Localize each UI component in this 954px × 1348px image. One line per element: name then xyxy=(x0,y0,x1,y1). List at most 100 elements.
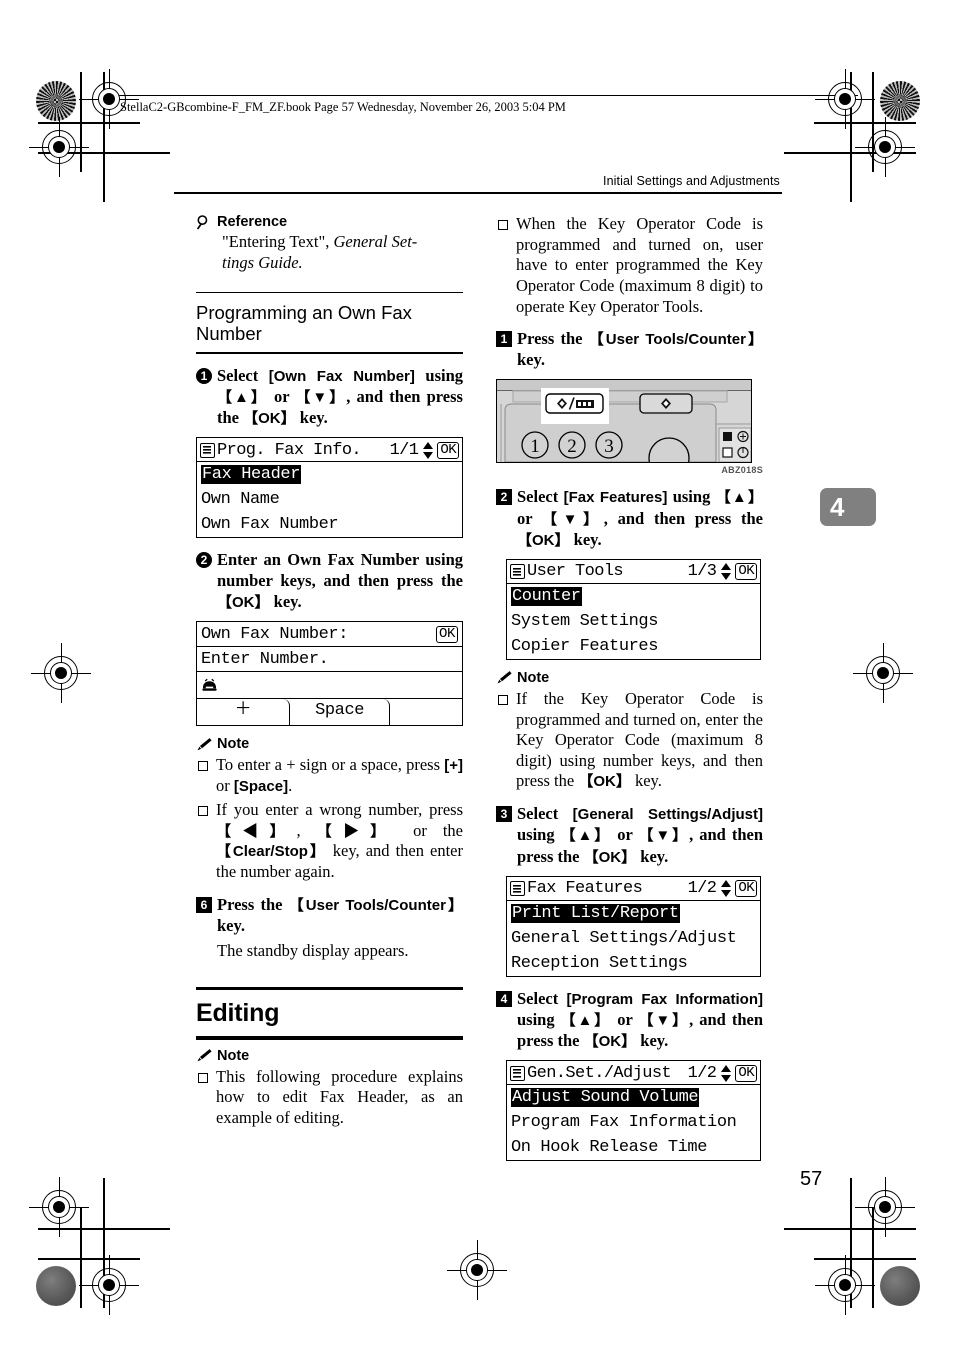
r2c: or xyxy=(517,508,543,528)
menu-icon xyxy=(510,1065,525,1081)
r2e: key. xyxy=(569,529,602,549)
lcd-row[interactable]: Reception Settings xyxy=(507,951,760,976)
n2p0: If you enter a wrong number, press xyxy=(216,799,463,819)
lcd-row[interactable]: Copier Features xyxy=(507,634,760,659)
step-number-2: 2 xyxy=(496,489,512,506)
lcd-ok-badge[interactable]: OK xyxy=(435,625,458,643)
lcd-title-text: Own Fax Number: xyxy=(201,624,349,644)
n2p5: 【Clear/Stop】 xyxy=(216,843,327,861)
step-number-1: 1 xyxy=(496,331,512,348)
crop-line xyxy=(80,72,82,172)
reference-italic-1: General Set- xyxy=(333,232,418,251)
lcd-ok-badge[interactable]: OK xyxy=(437,441,459,459)
lcd-row-label: Program Fax Information xyxy=(511,1113,737,1133)
r2-key-up: 【▲】 xyxy=(715,489,763,507)
registration-mark xyxy=(29,1177,89,1237)
n1p1: [+] xyxy=(444,757,463,775)
lcd-ok-badge[interactable]: OK xyxy=(735,1064,757,1082)
lcd-row-label-selected: Counter xyxy=(511,586,582,606)
lcd-row-label-selected: Print List/Report xyxy=(511,903,680,923)
lcd-title-bar: Gen.Set./Adjust 1/2 OK xyxy=(507,1061,760,1086)
registration-mark xyxy=(29,117,89,177)
banner-rule xyxy=(118,95,858,97)
r4b: using xyxy=(517,1009,561,1029)
up-down-arrows-icon xyxy=(721,1064,732,1082)
lcd-title-bar: Own Fax Number: OK xyxy=(197,622,462,648)
step-2-text: Select [Fax Features] using 【▲】 or 【▼】, … xyxy=(517,486,763,550)
chapter-tab: 4 xyxy=(820,488,876,526)
note-heading-row: Note xyxy=(496,670,763,686)
s1b: using xyxy=(414,365,463,385)
rn1: 【OK】 xyxy=(578,773,631,791)
registration-mark xyxy=(853,643,913,703)
step-2-text: Enter an Own Fax Number using number key… xyxy=(217,549,463,612)
crop-line xyxy=(38,1258,140,1260)
registration-mark xyxy=(447,1240,507,1300)
lcd-softkey-empty[interactable] xyxy=(390,699,462,725)
note-heading-row: Note xyxy=(196,1048,463,1064)
lcd-row[interactable]: Adjust Sound Volume xyxy=(507,1085,760,1110)
crop-line xyxy=(38,122,140,124)
lcd-prompt-line: Enter Number. xyxy=(197,647,462,673)
up-down-arrows-icon xyxy=(721,880,732,898)
n2p2: , xyxy=(296,820,317,840)
step-1-text: Press the 【User Tools/Counter】 key. xyxy=(517,328,763,370)
right-column: When the Key Operator Code is programmed… xyxy=(496,214,763,1162)
lcd-title-bar: Prog. Fax Info. 1/1 OK xyxy=(197,438,462,463)
step-number-1: 1 xyxy=(196,367,212,384)
menu-icon xyxy=(200,442,215,458)
lcd-row[interactable]: General Settings/Adjust xyxy=(507,926,760,951)
lcd-row[interactable]: System Settings xyxy=(507,609,760,634)
lcd-row-label: Reception Settings xyxy=(511,953,688,973)
r3-key-ok: 【OK】 xyxy=(583,848,637,866)
lcd-row[interactable]: Program Fax Information xyxy=(507,1110,760,1135)
r4-key-up: 【▲】 xyxy=(560,1011,612,1029)
step-number-6: 6 xyxy=(196,896,212,913)
step-1: 1 Press the 【User Tools/Counter】 key. xyxy=(496,328,763,370)
r4-bracket: [Program Fax Information] xyxy=(566,990,763,1008)
step-6-text: Press the 【User Tools/Counter】 key. xyxy=(217,894,463,936)
menu-icon xyxy=(510,881,525,897)
lcd-input-line[interactable] xyxy=(197,672,462,700)
r2a: Select xyxy=(517,487,564,507)
lcd-row[interactable]: On Hook Release Time xyxy=(507,1135,760,1160)
r2-key-ok: 【OK】 xyxy=(517,531,570,549)
file-banner-text: StellaC2-GBcombine-F_FM_ZF.book Page 57 … xyxy=(120,100,566,114)
step-1-text: Select [Own Fax Number] using 【▲】 or 【▼】… xyxy=(217,365,463,429)
s1-key-up: 【▲】 xyxy=(217,388,268,406)
r4a: Select xyxy=(517,988,567,1008)
s6a: Press the xyxy=(217,894,289,914)
r4-key-down: 【▼】 xyxy=(638,1011,690,1029)
note-item: If you enter a wrong number, press 【◀】, … xyxy=(196,800,463,883)
rn2: key. xyxy=(630,771,662,791)
crop-line xyxy=(814,122,916,124)
reference-quote: "Entering Text", xyxy=(222,232,334,251)
lcd-softkey-plus[interactable]: ＋ xyxy=(197,699,290,726)
lcd-softkey-space[interactable]: Space xyxy=(290,699,391,726)
lcd-row[interactable]: Own Fax Number xyxy=(197,512,462,537)
telephone-icon xyxy=(201,678,218,693)
r2-bracket: [Fax Features] xyxy=(563,489,668,507)
note-heading-label: Note xyxy=(517,669,550,686)
pencil-icon xyxy=(196,737,213,752)
section-subheading: Programming an Own Fax Number xyxy=(196,301,412,345)
registration-mark xyxy=(31,643,91,703)
note-item: If the Key Operator Code is programmed a… xyxy=(496,689,763,792)
lcd-row[interactable]: Counter xyxy=(507,584,760,609)
lcd-ok-badge[interactable]: OK xyxy=(735,880,757,898)
r3-key-up: 【▲】 xyxy=(560,827,612,845)
note-bullet-icon xyxy=(198,1072,208,1083)
r3-bracket: [General Settings/Adjust] xyxy=(572,806,763,824)
note-heading-label: Note xyxy=(217,736,250,753)
n1p4: . xyxy=(288,776,293,796)
r1b: key. xyxy=(517,350,545,370)
s1-key-ok: 【OK】 xyxy=(243,409,296,427)
step-2: 2 Enter an Own Fax Number using number k… xyxy=(196,549,463,612)
lcd-ok-badge[interactable]: OK xyxy=(735,563,757,581)
lcd-row[interactable]: Print List/Report xyxy=(507,901,760,926)
lcd-own-fax-number-entry: Own Fax Number: OK Enter Number. ＋ Space xyxy=(196,621,463,727)
step-4: 4 Select [Program Fax Information] using… xyxy=(496,988,763,1052)
lcd-row[interactable]: Fax Header xyxy=(197,462,462,487)
subhead-rule-bottom xyxy=(196,352,463,354)
lcd-row[interactable]: Own Name xyxy=(197,487,462,512)
